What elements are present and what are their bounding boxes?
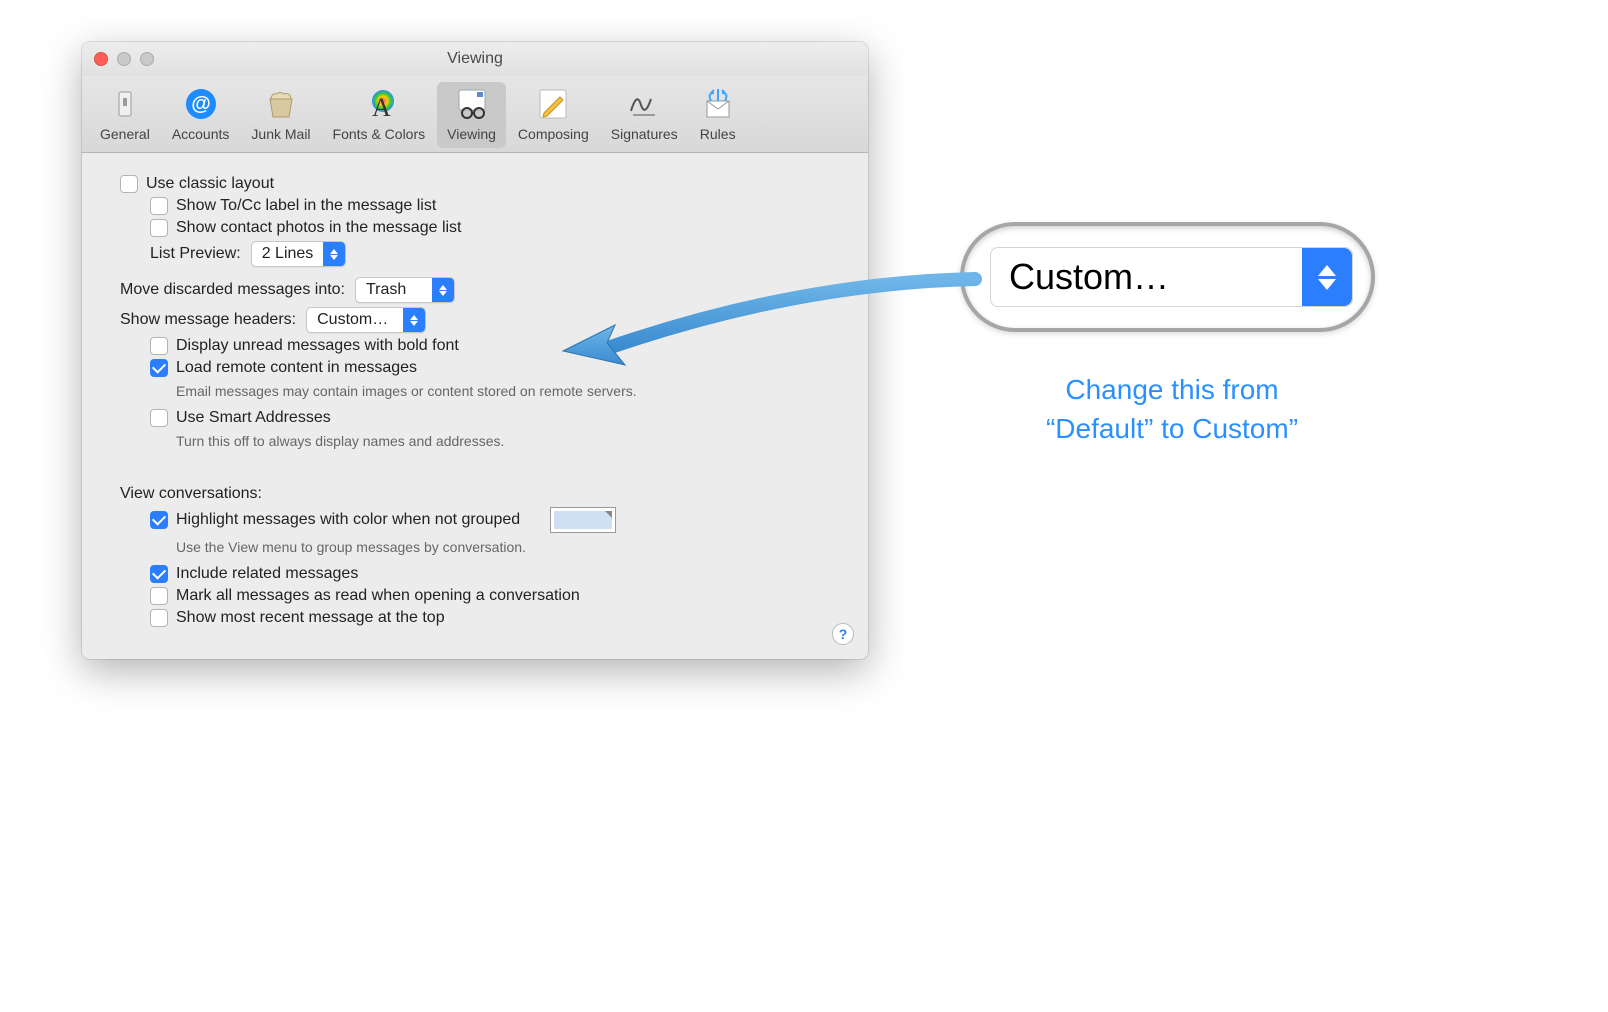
tab-label: General (100, 126, 150, 142)
label-include-related: Include related messages (176, 565, 358, 583)
checkbox-load-remote[interactable] (150, 359, 168, 377)
callout-bubble: Custom… (960, 222, 1375, 332)
signatures-icon (626, 86, 662, 122)
label-show-headers: Show message headers: (120, 311, 296, 329)
label-smart-addresses: Use Smart Addresses (176, 409, 331, 427)
checkbox-include-related[interactable] (150, 565, 168, 583)
titlebar: Viewing (82, 42, 868, 76)
label-load-remote: Load remote content in messages (176, 359, 417, 377)
tab-label: Rules (700, 126, 736, 142)
label-classic-layout: Use classic layout (146, 175, 274, 193)
tab-signatures[interactable]: Signatures (601, 82, 688, 148)
checkbox-smart-addresses[interactable] (150, 409, 168, 427)
checkbox-unread-bold[interactable] (150, 337, 168, 355)
subtext-load-remote: Email messages may contain images or con… (176, 383, 637, 399)
callout-caption: Change this from “Default” to Custom” (972, 370, 1372, 448)
tab-label: Fonts & Colors (333, 126, 426, 142)
callout-caption-line2: “Default” to Custom” (972, 409, 1372, 448)
tab-junk-mail[interactable]: Junk Mail (241, 82, 320, 148)
tab-fonts-colors[interactable]: A Fonts & Colors (323, 82, 436, 148)
select-value: Trash (356, 278, 432, 302)
checkbox-show-tocc[interactable] (150, 197, 168, 215)
label-mark-read: Mark all messages as read when opening a… (176, 587, 580, 605)
general-icon (107, 86, 143, 122)
svg-text:@: @ (191, 93, 211, 115)
heading-conversations: View conversations: (120, 485, 262, 503)
rules-icon (700, 86, 736, 122)
tab-label: Signatures (611, 126, 678, 142)
window-title: Viewing (82, 50, 868, 68)
tab-accounts[interactable]: @ Accounts (162, 82, 240, 148)
svg-text:A: A (372, 93, 391, 121)
junk-mail-icon (263, 86, 299, 122)
tab-label: Junk Mail (251, 126, 310, 142)
label-move-discarded: Move discarded messages into: (120, 281, 345, 299)
checkbox-show-photos[interactable] (150, 219, 168, 237)
color-swatch[interactable] (550, 507, 616, 533)
checkbox-recent-top[interactable] (150, 609, 168, 627)
select-show-headers[interactable]: Custom… (306, 307, 426, 333)
fonts-colors-icon: A (361, 86, 397, 122)
accounts-icon: @ (183, 86, 219, 122)
viewing-icon (454, 86, 490, 122)
composing-icon (535, 86, 571, 122)
label-highlight: Highlight messages with color when not g… (176, 511, 520, 529)
select-move-discarded[interactable]: Trash (355, 277, 455, 303)
callout-select: Custom… (990, 247, 1353, 307)
tab-label: Accounts (172, 126, 230, 142)
tab-general[interactable]: General (90, 82, 160, 148)
preferences-window: Viewing General @ Accounts Junk Mail (82, 42, 868, 659)
stepper-arrows-icon (403, 308, 425, 332)
tab-viewing[interactable]: Viewing (437, 82, 506, 148)
tab-label: Composing (518, 126, 589, 142)
select-value: Custom… (307, 308, 403, 332)
label-recent-top: Show most recent message at the top (176, 609, 445, 627)
select-list-preview[interactable]: 2 Lines (251, 241, 347, 267)
stepper-arrows-icon (1302, 248, 1352, 306)
stepper-arrows-icon (432, 278, 454, 302)
callout-caption-line1: Change this from (972, 370, 1372, 409)
tab-label: Viewing (447, 126, 496, 142)
toolbar: General @ Accounts Junk Mail A Fonts & C… (82, 76, 868, 153)
tab-rules[interactable]: Rules (690, 82, 746, 148)
callout-value: Custom… (991, 256, 1302, 298)
stepper-arrows-icon (323, 242, 345, 266)
help-button[interactable]: ? (832, 623, 854, 645)
select-value: 2 Lines (252, 242, 324, 266)
label-unread-bold: Display unread messages with bold font (176, 337, 459, 355)
label-show-tocc: Show To/Cc label in the message list (176, 197, 436, 215)
subtext-highlight: Use the View menu to group messages by c… (176, 539, 526, 555)
label-show-photos: Show contact photos in the message list (176, 219, 462, 237)
checkbox-classic-layout[interactable] (120, 175, 138, 193)
viewing-pane: Use classic layout Show To/Cc label in t… (82, 153, 868, 659)
label-list-preview: List Preview: (150, 245, 241, 263)
checkbox-mark-read[interactable] (150, 587, 168, 605)
tab-composing[interactable]: Composing (508, 82, 599, 148)
subtext-smart-addresses: Turn this off to always display names an… (176, 433, 504, 449)
checkbox-highlight[interactable] (150, 511, 168, 529)
